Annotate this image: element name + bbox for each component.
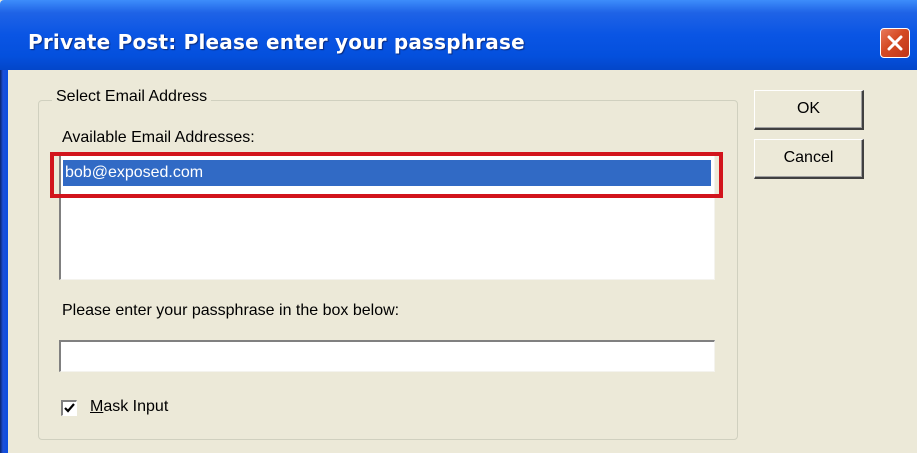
passphrase-dialog: Private Post: Please enter your passphra… <box>0 0 917 453</box>
mask-input-label[interactable]: Mask Input <box>90 398 168 416</box>
close-icon <box>887 35 903 51</box>
window-frame-left <box>0 70 8 453</box>
ok-button[interactable]: OK <box>754 90 864 130</box>
available-addresses-label: Available Email Addresses: <box>62 129 255 146</box>
title-bar[interactable]: Private Post: Please enter your passphra… <box>0 0 917 70</box>
passphrase-label: Please enter your passphrase in the box … <box>62 302 400 319</box>
mask-input-mnemonic: M <box>90 398 104 415</box>
close-button[interactable] <box>880 28 910 58</box>
cancel-button[interactable]: Cancel <box>754 139 864 179</box>
group-legend: Select Email Address <box>52 88 212 106</box>
window-title: Private Post: Please enter your passphra… <box>28 30 525 54</box>
mask-input-checkbox[interactable] <box>61 400 77 416</box>
passphrase-input[interactable] <box>59 340 715 372</box>
dialog-client-area: Select Email Address Available Email Add… <box>8 70 917 453</box>
mask-input-label-text: ask Input <box>103 398 169 415</box>
checkmark-icon <box>64 403 75 413</box>
selection-highlight-annotation <box>50 152 723 198</box>
